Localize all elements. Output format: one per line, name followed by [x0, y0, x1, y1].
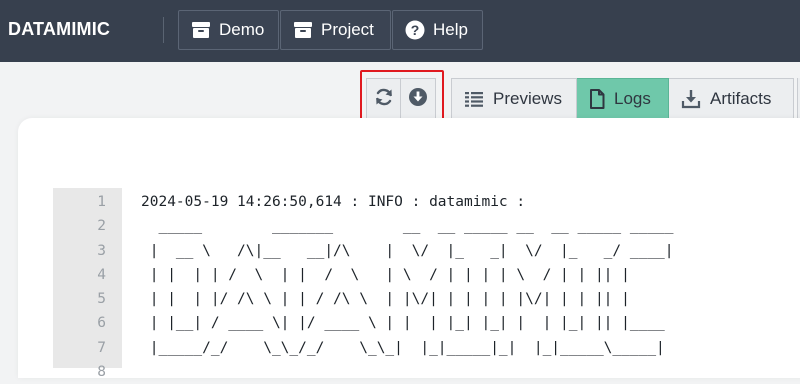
- refresh-button[interactable]: [366, 78, 401, 120]
- line-number: 6: [97, 315, 106, 332]
- line-number: 1: [97, 194, 106, 210]
- archive-box-icon: [191, 21, 211, 39]
- log-line: 4 | | | | / \ | | / \ | \ / | | | | \ / …: [53, 263, 674, 287]
- nav-help-button[interactable]: ? Help: [392, 10, 483, 50]
- log-line: 7 |_____/_/ \_\_/_/ \_\_| |_|_____|_| |_…: [53, 336, 674, 360]
- log-line-text: 2024-05-19 14:26:50,614 : INFO : datamim…: [141, 194, 526, 210]
- tab-artifacts[interactable]: Artifacts: [669, 78, 794, 120]
- log-line: 6 | |__| / ____ \| |/ ____ \ | | | |_| |…: [53, 311, 674, 335]
- nav-help-label: Help: [433, 20, 468, 39]
- tab-logs-label: Logs: [614, 89, 651, 108]
- line-number: 5: [97, 291, 106, 308]
- line-number: 3: [97, 242, 106, 259]
- log-line-text: | | | | / \ | | / \ | \ / | | | | \ / | …: [141, 266, 630, 283]
- log-line-text: |_____/_/ \_\_/_/ \_\_| |_|_____|_| |_|_…: [141, 339, 665, 356]
- line-number: 8: [97, 364, 106, 381]
- log-line-text: | | | |/ /\ \ | | / /\ \ | |\/| | | | | …: [141, 291, 630, 308]
- download-button[interactable]: [401, 78, 436, 120]
- nav-button-group: Demo Project ? Help: [178, 10, 484, 50]
- file-icon: [589, 89, 605, 109]
- log-line: 3 | __ \ /\|__ __|/\ | \/ |_ _| \/ |_ _/…: [53, 239, 674, 263]
- log-line: 8: [53, 360, 674, 384]
- navbar-divider: [163, 17, 164, 43]
- question-circle-icon: ?: [405, 20, 425, 40]
- nav-project-label: Project: [321, 20, 374, 39]
- log-line: 5 | | | |/ /\ \ | | / /\ \ | |\/| | | | …: [53, 287, 674, 311]
- view-tab-group: Previews Logs Artifacts: [451, 78, 794, 120]
- refresh-icon: [374, 87, 394, 112]
- line-number: 4: [97, 266, 106, 283]
- log-code-view[interactable]: 1 2024-05-19 14:26:50,614 : INFO : datam…: [53, 190, 674, 384]
- log-line-text: | __ \ /\|__ __|/\ | \/ |_ _| \/ |_ _/ _…: [141, 242, 674, 259]
- archive-box-icon: [293, 21, 313, 39]
- tab-artifacts-label: Artifacts: [710, 89, 772, 108]
- nav-project-button[interactable]: Project: [280, 10, 391, 50]
- nav-demo-button[interactable]: Demo: [178, 10, 279, 50]
- svg-text:?: ?: [411, 22, 420, 38]
- log-line-text: _____ _______ __ __ _____ __ __ _____ __…: [141, 218, 674, 235]
- list-icon: [464, 90, 484, 108]
- log-line-text: | |__| / ____ \| |/ ____ \ | | | |_| |_|…: [141, 315, 665, 332]
- tab-previews-label: Previews: [493, 89, 562, 108]
- log-action-group: [366, 78, 436, 120]
- line-number: 2: [97, 218, 106, 235]
- download-tray-icon: [681, 89, 701, 109]
- log-line: 2 _____ _______ __ __ _____ __ __ _____ …: [53, 214, 674, 238]
- brand-logo-text[interactable]: DATAMIMIC: [8, 19, 110, 40]
- tab-previews[interactable]: Previews: [451, 78, 577, 120]
- tab-logs[interactable]: Logs: [577, 78, 669, 120]
- download-circle-icon: [408, 87, 428, 112]
- nav-demo-label: Demo: [219, 20, 265, 39]
- top-navbar: DATAMIMIC Demo Project ? Help: [0, 0, 800, 62]
- log-line: 1 2024-05-19 14:26:50,614 : INFO : datam…: [53, 190, 674, 214]
- line-number: 7: [97, 339, 106, 356]
